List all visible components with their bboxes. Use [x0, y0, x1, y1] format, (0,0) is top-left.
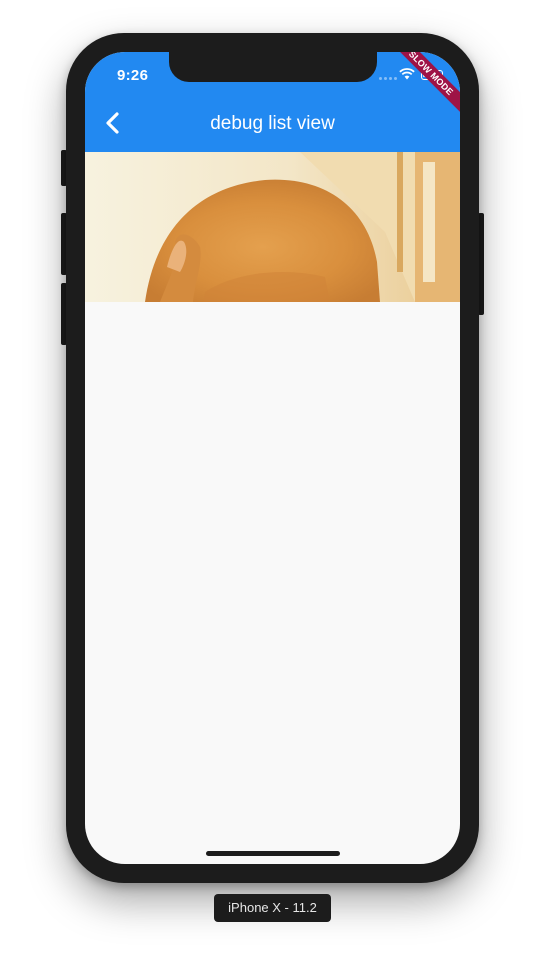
home-indicator[interactable] [206, 851, 340, 856]
wifi-icon [399, 68, 415, 80]
dog-photo [85, 152, 460, 302]
phone-screen: 9:26 debug list view SLOW MODE [85, 52, 460, 864]
dog-photo-image [85, 152, 460, 302]
cellular-signal-icon [379, 77, 397, 80]
simulator-stage: 9:26 debug list view SLOW MODE iPhone X … [0, 0, 545, 964]
device-label: iPhone X - 11.2 [214, 894, 331, 922]
page-title: debug list view [210, 113, 335, 134]
status-time: 9:26 [117, 67, 149, 84]
screen-notch [169, 52, 377, 82]
